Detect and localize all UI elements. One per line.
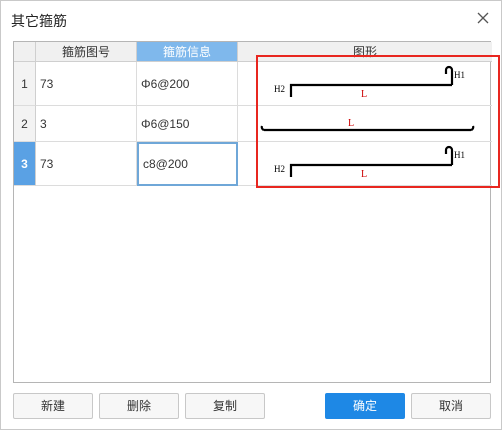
title-bar: 其它箍筋 [1, 1, 501, 35]
stirrup-info-cell-active[interactable]: c8@200 [137, 142, 238, 186]
hook-line [444, 65, 454, 85]
stirrup-code-cell[interactable]: 73 [36, 142, 137, 186]
h1-label: H1 [454, 150, 465, 160]
cancel-button[interactable]: 取消 [411, 393, 491, 419]
new-button[interactable]: 新建 [13, 393, 93, 419]
close-icon[interactable] [475, 10, 491, 26]
row-number[interactable]: 1 [14, 62, 36, 106]
dialog-title: 其它箍筋 [11, 13, 67, 29]
row-number[interactable]: 2 [14, 106, 36, 142]
header-stirrup-info[interactable]: 箍筋信息 [137, 42, 238, 62]
shape-cell[interactable]: H2 H1 L [238, 62, 492, 106]
stirrup-shape-3: L [260, 118, 475, 132]
header-corner [14, 42, 36, 62]
shape-cell[interactable]: H2 H1 L [238, 142, 492, 186]
length-label: L [361, 89, 367, 100]
stirrup-shape-73: H2 H1 L [274, 65, 465, 100]
header-stirrup-code[interactable]: 箍筋图号 [36, 42, 137, 62]
h1-label: H1 [454, 70, 465, 80]
left-hook [260, 125, 265, 132]
dialog-window: 其它箍筋 箍筋图号 箍筋信息 图形 1 73 Φ6@200 H2 H1 L 2 … [0, 0, 502, 430]
copy-button[interactable]: 复制 [185, 393, 265, 419]
right-hook [470, 125, 475, 132]
stirrup-table: 箍筋图号 箍筋信息 图形 1 73 Φ6@200 H2 H1 L 2 3 Φ6@… [13, 41, 492, 383]
stirrup-line [289, 83, 452, 97]
row-number[interactable]: 3 [14, 142, 36, 186]
stirrup-info-cell[interactable]: Φ6@150 [137, 106, 238, 142]
length-label: L [348, 118, 354, 129]
stirrup-info-cell[interactable]: Φ6@200 [137, 62, 238, 106]
stirrup-code-cell[interactable]: 73 [36, 62, 137, 106]
delete-button[interactable]: 删除 [99, 393, 179, 419]
stirrup-line [289, 163, 452, 177]
ok-button[interactable]: 确定 [325, 393, 405, 419]
hook-line [444, 145, 454, 165]
h2-label: H2 [274, 164, 285, 174]
header-shape[interactable]: 图形 [238, 42, 492, 62]
shape-cell[interactable]: L [238, 106, 492, 142]
length-label: L [361, 169, 367, 180]
stirrup-code-cell[interactable]: 3 [36, 106, 137, 142]
h2-label: H2 [274, 84, 285, 94]
stirrup-shape-73: H2 H1 L [274, 145, 465, 180]
